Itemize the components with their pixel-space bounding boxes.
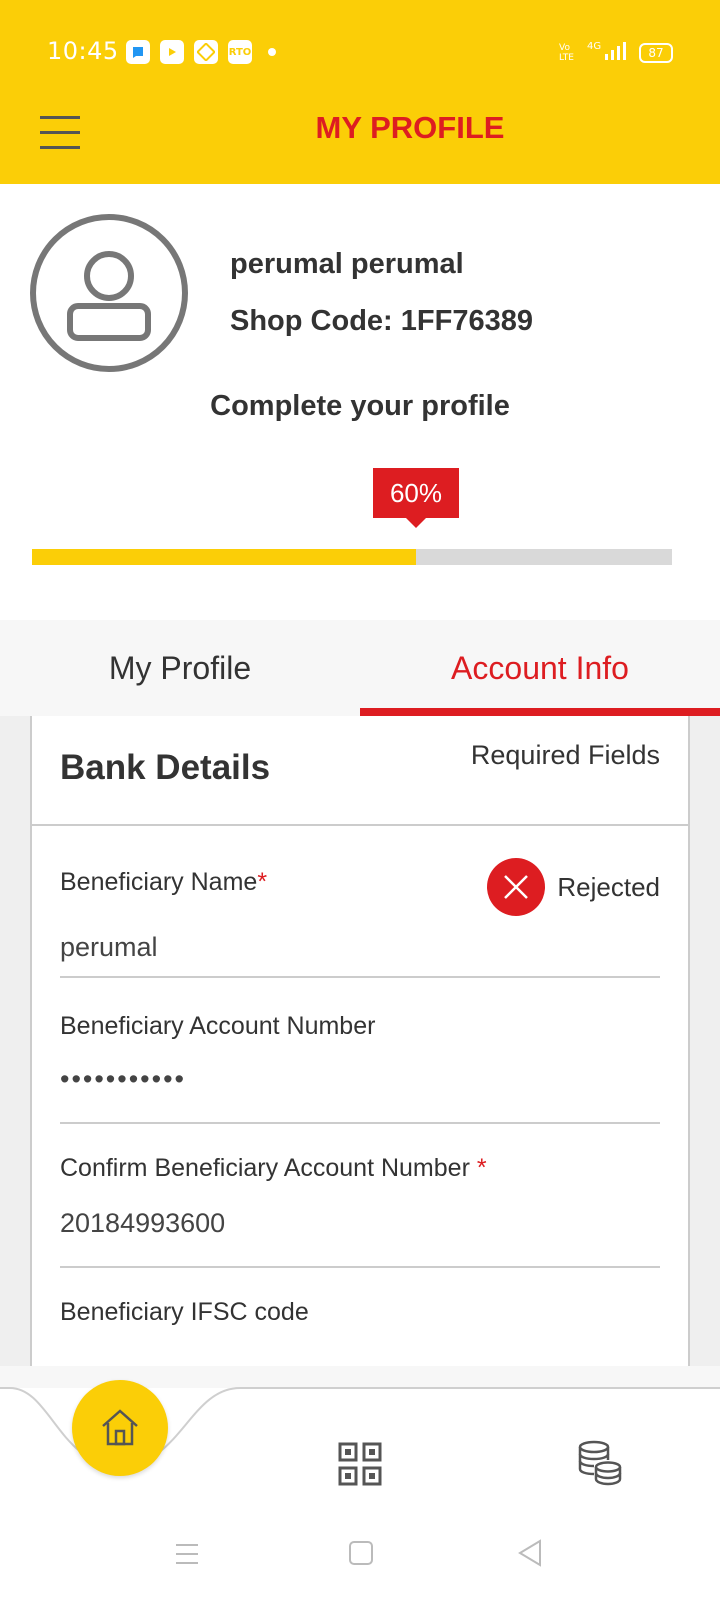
account-number-input[interactable]: ••••••••••• (60, 1064, 620, 1095)
signal-icon: 4G (587, 40, 627, 66)
ifsc-code-field: Beneficiary IFSC code (60, 1268, 660, 1366)
navigation-app-icon (194, 40, 218, 64)
tab-my-profile[interactable]: My Profile (0, 620, 360, 716)
rejected-label: Rejected (557, 871, 660, 902)
required-fields-note: Required Fields (470, 740, 660, 770)
close-icon (487, 858, 546, 916)
user-icon (67, 251, 151, 341)
recent-apps-icon[interactable] (174, 1542, 200, 1570)
confirm-account-number-label: Confirm Beneficiary Account Number * (60, 1154, 487, 1182)
beneficiary-name-field: Beneficiary Name* Rejected (60, 828, 660, 978)
home-button[interactable] (72, 1380, 168, 1476)
profile-progress-bar (32, 549, 672, 565)
home-system-icon[interactable] (348, 1540, 374, 1570)
complete-profile-title: Complete your profile (210, 390, 510, 422)
status-bar: 10:45 RTO Vo LTE 4G 87 (0, 0, 720, 104)
rejected-status: Rejected (487, 858, 660, 916)
bank-details-title: Bank Details (60, 748, 271, 787)
confirm-account-number-input[interactable] (60, 1208, 620, 1239)
bank-details-card: Bank Details Required Fields Beneficiary… (30, 716, 690, 1366)
notification-icons: RTO (126, 40, 276, 64)
more-notifications-dot (268, 48, 276, 56)
progress-percent-badge: 60% (373, 468, 459, 528)
bank-details-header: Bank Details Required Fields (32, 716, 688, 826)
ifsc-code-label: Beneficiary IFSC code (60, 1298, 309, 1326)
svg-text:LTE: LTE (559, 53, 574, 62)
status-right: Vo LTE 4G 87 (559, 40, 673, 66)
volte-icon: Vo LTE (559, 40, 575, 66)
profile-tabs: My Profile Account Info (0, 620, 720, 716)
messenger-icon (126, 40, 150, 64)
profile-progress-fill (32, 549, 416, 565)
avatar[interactable] (30, 214, 188, 372)
shop-code: Shop Code: 1FF76389 (230, 305, 533, 337)
home-icon (102, 1409, 138, 1446)
tab-account-info[interactable]: Account Info (360, 620, 720, 716)
svg-text:Vo: Vo (559, 43, 570, 53)
account-number-label: Beneficiary Account Number (60, 1012, 376, 1040)
beneficiary-name-label: Beneficiary Name* (60, 868, 268, 896)
youtube-icon (160, 40, 184, 64)
required-asterisk: * (257, 868, 268, 896)
battery-icon: 87 (639, 43, 673, 63)
rto-app-icon: RTO (228, 40, 252, 64)
page-title: MY PROFILE (315, 110, 505, 145)
confirm-account-number-field: Confirm Beneficiary Account Number * (60, 1124, 660, 1268)
svg-text:4G: 4G (587, 41, 601, 52)
back-icon[interactable] (516, 1538, 544, 1572)
profile-name: perumal perumal (230, 248, 464, 280)
app-header: 10:45 RTO Vo LTE 4G 87 MY PROFILE (0, 0, 720, 184)
required-asterisk: * (476, 1154, 487, 1182)
status-time: 10:45 (47, 37, 119, 65)
qr-code-icon[interactable] (338, 1442, 382, 1490)
system-navigation-bar (0, 1500, 720, 1600)
beneficiary-name-input[interactable] (60, 932, 620, 963)
coins-icon[interactable] (576, 1440, 622, 1490)
account-number-field: Beneficiary Account Number ••••••••••• (60, 978, 660, 1124)
